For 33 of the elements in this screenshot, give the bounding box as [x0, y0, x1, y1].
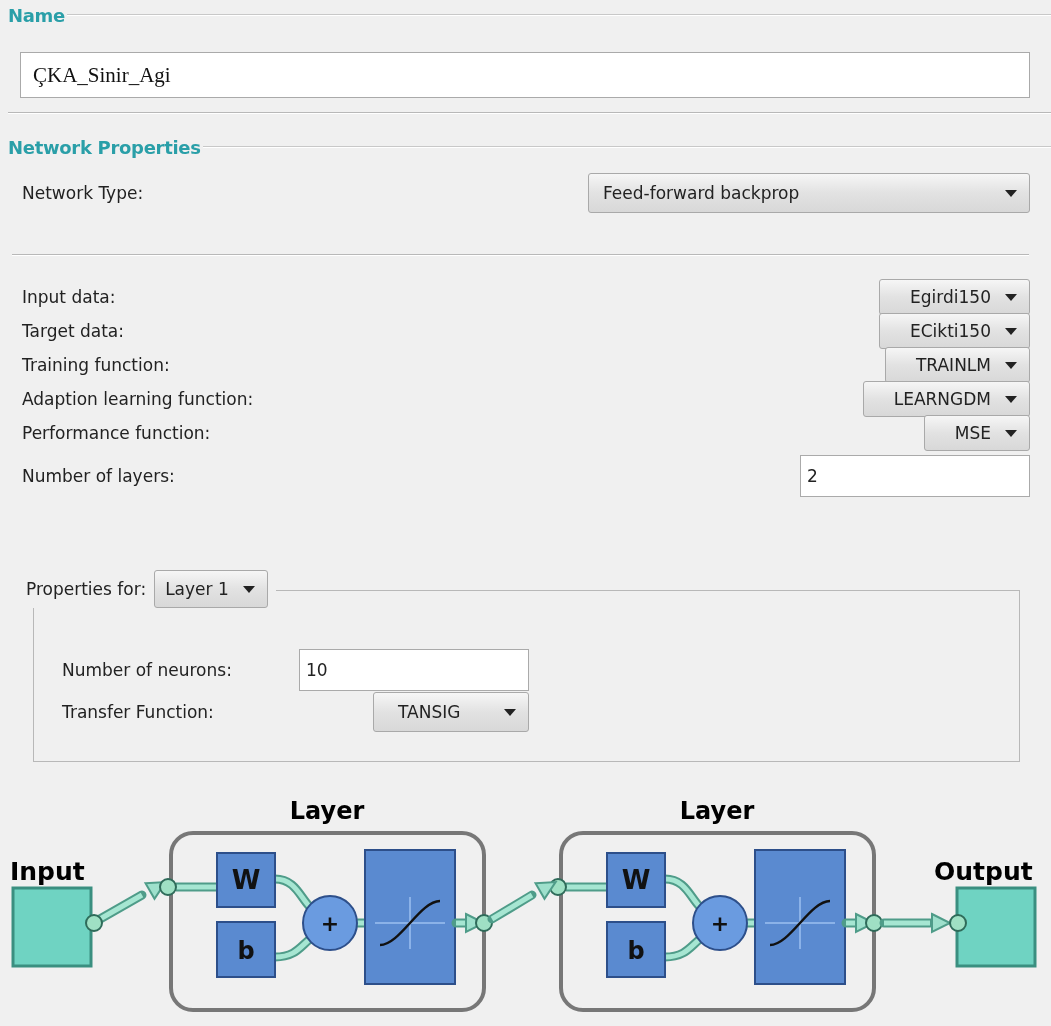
field-label: Number of neurons: [62, 660, 232, 680]
field-label: Transfer Function: [62, 702, 214, 722]
dropdown[interactable]: Egirdi150 [879, 279, 1030, 315]
field-label: Performance function: [22, 423, 211, 443]
weight-block: W [216, 852, 276, 908]
field-label: Adaption learning function: [22, 389, 254, 409]
input-field[interactable]: 2 [800, 455, 1030, 497]
field-label: Input data: [22, 287, 116, 307]
dropdown[interactable]: ECikti150 [879, 313, 1030, 349]
section-title: Network Properties [8, 136, 201, 158]
layer-title: Layer [679, 797, 755, 825]
bias-block: b [216, 921, 276, 978]
layer-title: Layer [289, 797, 365, 825]
output-label: Output [934, 857, 1033, 886]
field-label: Training function: [22, 355, 170, 375]
input-field[interactable]: 10 [299, 649, 529, 691]
dropdown[interactable]: TANSIG [373, 692, 529, 732]
dropdown[interactable]: Feed-forward backprop [588, 173, 1030, 213]
dropdown[interactable]: TRAINLM [885, 347, 1030, 383]
sum-node: + [692, 895, 748, 951]
section-title: Name [8, 4, 65, 26]
name-field[interactable]: ÇKA_Sinir_Agi [20, 52, 1030, 98]
dropdown[interactable]: MSE [923, 415, 1030, 451]
input-label: Input [10, 857, 85, 886]
field-label: Network Type: [22, 183, 144, 203]
field-label: Properties for: [26, 579, 147, 599]
dropdown[interactable]: Layer 1 [154, 570, 268, 608]
weight-block: W [606, 852, 666, 908]
sum-node: + [302, 895, 358, 951]
field-label: Number of layers: [22, 466, 175, 486]
bias-block: b [606, 921, 666, 978]
field-label: Target data: [22, 321, 125, 341]
dropdown[interactable]: LEARNGDM [862, 381, 1030, 417]
